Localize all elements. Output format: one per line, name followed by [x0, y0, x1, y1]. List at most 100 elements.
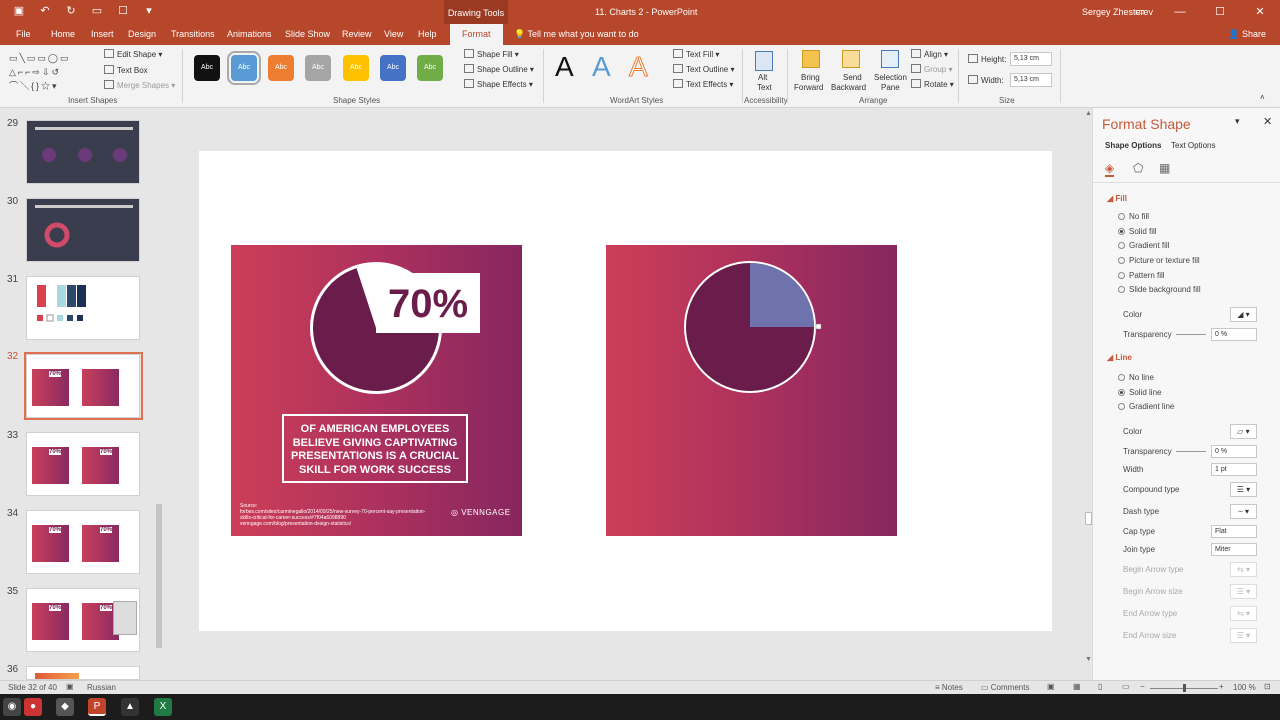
shapes-gallery[interactable]: ▭╲▭▭◯▭ △⌐⌐⇨⇩↺ ⌒╲{}☆▾	[9, 51, 94, 91]
line-transparency-field[interactable]: 0 %	[1211, 445, 1257, 458]
line-width-field[interactable]: 1 pt	[1211, 463, 1257, 476]
fill-section-header[interactable]: ◢ Fill	[1107, 194, 1127, 203]
slide-thumbnail-35[interactable]: 70% 70%	[26, 588, 140, 652]
percent-label-box[interactable]: 70%	[376, 273, 480, 333]
tab-shape-options[interactable]: Shape Options	[1105, 141, 1161, 150]
slideshow-view-icon[interactable]: ▭	[1122, 682, 1130, 691]
tab-text-options[interactable]: Text Options	[1171, 141, 1215, 150]
zoom-out-icon[interactable]: −	[1140, 682, 1145, 691]
edit-shape-button[interactable]: Edit Shape ▾	[104, 49, 162, 59]
begin-arrow-size-dropdown[interactable]: ☰ ▾	[1230, 584, 1257, 599]
maximize-icon[interactable]: ☐	[1200, 0, 1240, 24]
radio-picture-fill[interactable]: Picture or texture fill	[1118, 256, 1200, 265]
tab-slide-show[interactable]: Slide Show	[285, 24, 330, 45]
notes-button[interactable]: ≡ Notes	[935, 683, 963, 692]
fill-line-icon[interactable]: ◈	[1105, 161, 1115, 177]
line-transparency-slider[interactable]	[1176, 451, 1206, 452]
radio-gradient-fill[interactable]: Gradient fill	[1118, 241, 1169, 250]
start-from-beginning-icon[interactable]: ▭	[90, 4, 104, 18]
text-effects-button[interactable]: Text Effects ▾	[673, 79, 733, 89]
fill-color-picker[interactable]: ◢ ▾	[1230, 307, 1257, 322]
share-button[interactable]: 👤 Share	[1228, 24, 1266, 44]
text-fill-button[interactable]: Text Fill ▾	[673, 49, 719, 59]
pane-close-icon[interactable]: ✕	[1263, 115, 1272, 128]
rotate-button[interactable]: Rotate ▾	[911, 79, 954, 89]
browser-icon[interactable]: ●	[24, 698, 42, 716]
tab-help[interactable]: Help	[418, 24, 437, 45]
cap-type-dropdown[interactable]: Flat	[1211, 525, 1257, 538]
comments-button[interactable]: ▭ Comments	[981, 683, 1029, 692]
wordart-style-orange-outline[interactable]: A	[629, 51, 649, 83]
effects-icon[interactable]: ⬠	[1133, 161, 1143, 175]
slide-sorter-icon[interactable]: ▦	[1073, 682, 1081, 691]
touch-mode-icon[interactable]: ☐	[116, 4, 130, 18]
shape-style-orange[interactable]: Abc	[268, 55, 294, 81]
source-text[interactable]: Source: forbes.com/sites/carminegallo/20…	[240, 503, 450, 527]
normal-view-icon[interactable]: ▣	[1047, 682, 1055, 691]
zoom-slider-thumb[interactable]	[1183, 684, 1186, 692]
redo-icon[interactable]: ↻	[64, 4, 78, 18]
merge-shapes-button[interactable]: Merge Shapes ▾	[104, 80, 175, 90]
pane-scroll-up-icon[interactable]: ▲	[1085, 110, 1092, 117]
shape-style-blue-light[interactable]: Abc	[227, 51, 261, 85]
excel-taskbar-icon[interactable]: X	[154, 698, 172, 716]
tab-review[interactable]: Review	[342, 24, 372, 45]
tab-view[interactable]: View	[384, 24, 403, 45]
join-type-dropdown[interactable]: Miter	[1211, 543, 1257, 556]
powerpoint-taskbar-icon[interactable]: P	[88, 698, 106, 716]
size-properties-icon[interactable]: ▦	[1159, 161, 1170, 175]
radio-solid-fill[interactable]: Solid fill	[1118, 227, 1157, 236]
photos-icon[interactable]: ▲	[121, 698, 139, 716]
slide-thumbnail-31[interactable]	[26, 276, 140, 340]
tab-home[interactable]: Home	[51, 24, 75, 45]
group-button[interactable]: Group ▾	[911, 64, 952, 74]
quick-access-more-icon[interactable]: ▾	[142, 4, 156, 18]
slide-thumbnail-32[interactable]: 70%	[26, 354, 140, 418]
shape-style-gray[interactable]: Abc	[305, 55, 331, 81]
shape-style-green[interactable]: Abc	[417, 55, 443, 81]
fill-transparency-field[interactable]: 0 %	[1211, 328, 1257, 341]
height-field[interactable]: 5,13 cm	[1010, 52, 1052, 66]
dash-type-dropdown[interactable]: ┄ ▾	[1230, 504, 1257, 519]
undo-icon[interactable]: ↶	[38, 4, 52, 18]
statistic-text-box[interactable]: OF AMERICAN EMPLOYEES BELIEVE GIVING CAP…	[282, 414, 468, 483]
radio-gradient-line[interactable]: Gradient line	[1118, 402, 1174, 411]
end-arrow-size-dropdown[interactable]: ☰ ▾	[1230, 628, 1257, 643]
wordart-style-black[interactable]: A	[555, 51, 574, 83]
line-color-picker[interactable]: ▱ ▾	[1230, 424, 1257, 439]
shape-effects-button[interactable]: Shape Effects ▾	[464, 79, 533, 89]
zoom-level[interactable]: 100 %	[1233, 683, 1256, 692]
tab-design[interactable]: Design	[128, 24, 156, 45]
tab-animations[interactable]: Animations	[227, 24, 272, 45]
begin-arrow-type-dropdown[interactable]: ⇆ ▾	[1230, 562, 1257, 577]
pane-scroll-down-icon[interactable]: ▼	[1085, 656, 1092, 663]
shape-style-blue[interactable]: Abc	[380, 55, 406, 81]
slide-thumbnail-30[interactable]	[26, 198, 140, 262]
wordart-style-blue[interactable]: A	[592, 51, 611, 83]
line-section-header[interactable]: ◢ Line	[1107, 353, 1132, 362]
tab-insert[interactable]: Insert	[91, 24, 114, 45]
radio-no-line[interactable]: No line	[1118, 373, 1154, 382]
minimize-icon[interactable]: —	[1160, 0, 1200, 24]
thumbnails-scrollbar[interactable]	[155, 112, 163, 677]
align-button[interactable]: Align ▾	[911, 49, 948, 59]
zoom-in-icon[interactable]: +	[1219, 682, 1224, 691]
pane-options-icon[interactable]: ▾	[1235, 116, 1240, 127]
language-indicator[interactable]: Russian	[87, 683, 116, 692]
shape-fill-button[interactable]: Shape Fill ▾	[464, 49, 519, 59]
right-pie-highlight-slice[interactable]	[750, 263, 814, 327]
compound-type-dropdown[interactable]: ☰ ▾	[1230, 482, 1257, 497]
text-outline-button[interactable]: Text Outline ▾	[673, 64, 735, 74]
shape-style-black[interactable]: Abc	[194, 55, 220, 81]
radio-no-fill[interactable]: No fill	[1118, 212, 1149, 221]
radio-slide-bg-fill[interactable]: Slide background fill	[1118, 285, 1201, 294]
width-field[interactable]: 5,13 cm	[1010, 73, 1052, 87]
slide-thumbnail-34[interactable]: 70% 70%	[26, 510, 140, 574]
close-icon[interactable]: ✕	[1240, 0, 1280, 24]
right-pie-chart[interactable]	[606, 245, 897, 536]
pane-scroll-thumb[interactable]	[1085, 512, 1092, 525]
fill-transparency-slider[interactable]	[1176, 334, 1206, 335]
slide-thumbnail-36[interactable]	[26, 666, 140, 680]
tab-file[interactable]: File	[16, 24, 31, 45]
radio-solid-line[interactable]: Solid line	[1118, 388, 1161, 397]
